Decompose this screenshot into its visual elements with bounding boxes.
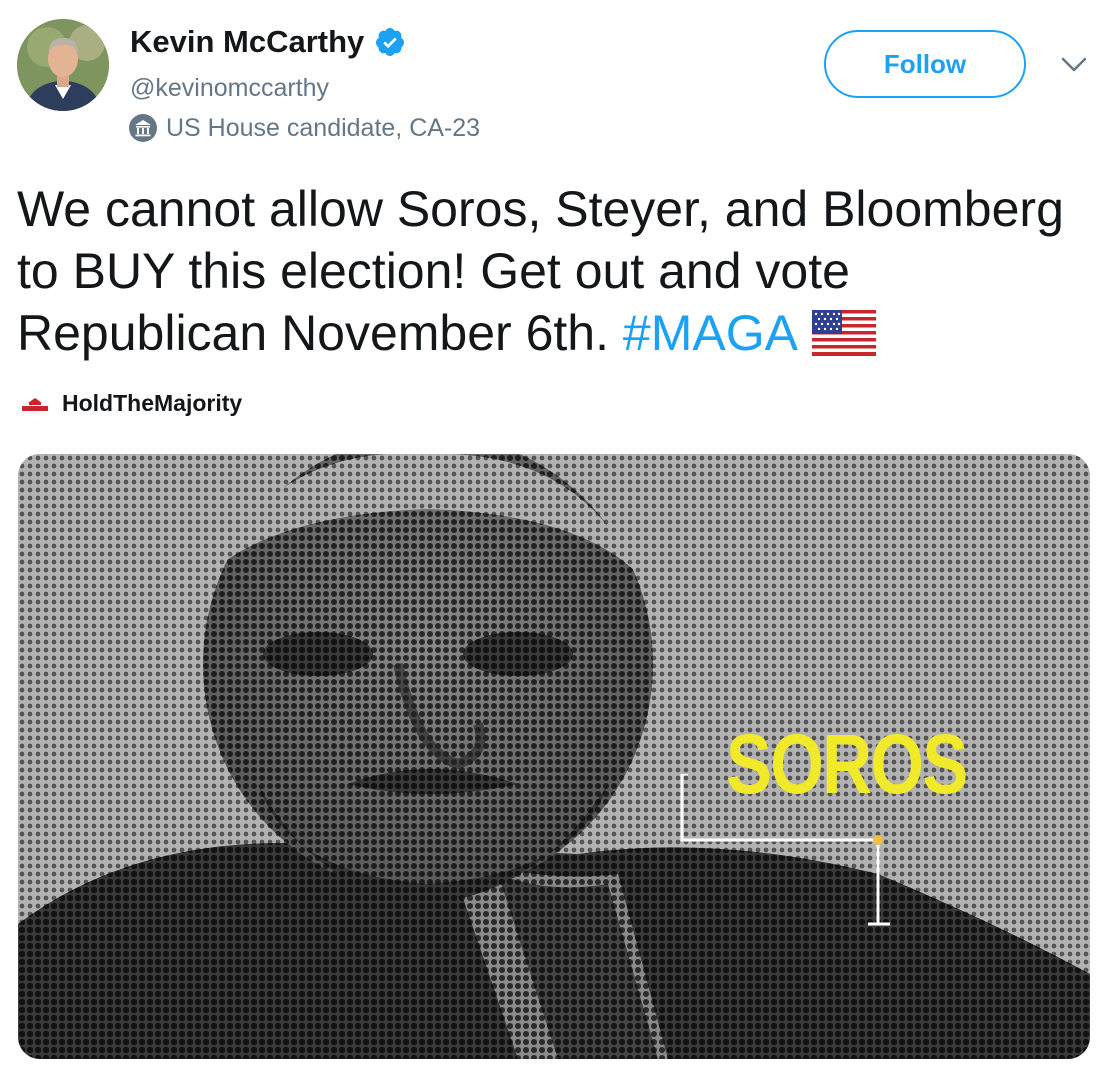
tweet-body: We cannot allow Soros, Steyer, and Bloom… — [17, 181, 1064, 361]
media-image[interactable]: SOROS — [18, 454, 1090, 1059]
media-source[interactable]: HoldTheMajority — [20, 390, 242, 417]
author-display-name[interactable]: Kevin McCarthy — [130, 24, 364, 60]
verified-badge-icon — [376, 28, 405, 56]
follow-button[interactable]: Follow — [824, 30, 1026, 98]
hold-the-majority-logo — [22, 397, 48, 411]
avatar[interactable] — [17, 19, 109, 111]
author-handle[interactable]: @kevinomccarthy — [130, 74, 329, 103]
media-source-name[interactable]: HoldTheMajority — [62, 390, 242, 417]
tweet-card: Kevin McCarthy @kevinomccarthy US House … — [0, 0, 1108, 1074]
government-label-text: US House candidate, CA-23 — [166, 113, 481, 142]
government-building-icon — [129, 114, 157, 142]
avatar-photo — [17, 19, 109, 111]
tweet-text: We cannot allow Soros, Steyer, and Bloom… — [17, 178, 1077, 364]
author-name-row[interactable]: Kevin McCarthy — [130, 24, 406, 60]
government-label: US House candidate, CA-23 — [128, 113, 480, 143]
hashtag-link[interactable]: #MAGA — [623, 305, 798, 361]
media-overlay-text: SOROS — [726, 717, 968, 811]
chevron-down-icon[interactable] — [1060, 55, 1088, 75]
us-flag-emoji-icon — [811, 310, 876, 356]
